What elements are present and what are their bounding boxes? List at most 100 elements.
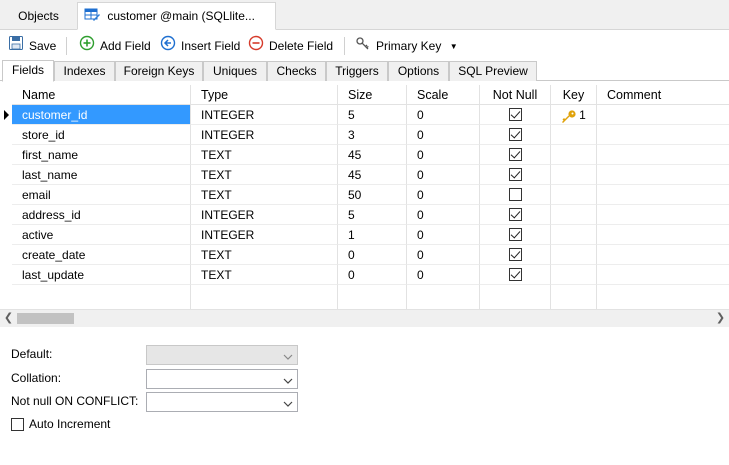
- not-null-cell[interactable]: [480, 265, 551, 285]
- column-header-name[interactable]: Name: [12, 85, 191, 105]
- field-comment-cell[interactable]: [597, 105, 729, 125]
- column-header-comment[interactable]: Comment: [597, 85, 729, 105]
- not-null-cell[interactable]: [480, 145, 551, 165]
- field-type-cell[interactable]: TEXT: [191, 245, 338, 265]
- field-scale-cell[interactable]: 0: [407, 125, 480, 145]
- key-cell[interactable]: [551, 265, 597, 285]
- field-size-cell[interactable]: 5: [338, 105, 407, 125]
- field-comment-cell[interactable]: [597, 265, 729, 285]
- field-name-cell[interactable]: email: [12, 185, 191, 205]
- field-scale-cell[interactable]: 0: [407, 165, 480, 185]
- table-row[interactable]: customer_id INTEGER 5 0 1: [0, 105, 729, 125]
- field-type-cell[interactable]: TEXT: [191, 165, 338, 185]
- field-scale-cell[interactable]: 0: [407, 205, 480, 225]
- column-header-key[interactable]: Key: [551, 85, 597, 105]
- current-row-arrow-icon[interactable]: [0, 105, 12, 125]
- save-button[interactable]: Save: [8, 35, 56, 57]
- not-null-cell[interactable]: [480, 105, 551, 125]
- field-type-cell[interactable]: INTEGER: [191, 125, 338, 145]
- table-row[interactable]: last_update TEXT 0 0: [0, 265, 729, 285]
- not-null-checkbox[interactable]: [508, 108, 522, 122]
- not-null-cell[interactable]: [480, 225, 551, 245]
- field-scale-cell[interactable]: 0: [407, 105, 480, 125]
- column-header-not-null[interactable]: Not Null: [480, 85, 551, 105]
- not-null-cell[interactable]: [480, 165, 551, 185]
- table-row[interactable]: first_name TEXT 45 0: [0, 145, 729, 165]
- row-indicator[interactable]: [0, 205, 12, 225]
- field-name-cell[interactable]: first_name: [12, 145, 191, 165]
- field-type-cell[interactable]: TEXT: [191, 265, 338, 285]
- field-type-cell[interactable]: TEXT: [191, 185, 338, 205]
- field-scale-cell[interactable]: 0: [407, 185, 480, 205]
- tab-checks[interactable]: Checks: [267, 61, 326, 81]
- row-indicator[interactable]: [0, 185, 12, 205]
- row-indicator[interactable]: [0, 225, 12, 245]
- field-comment-cell[interactable]: [597, 185, 729, 205]
- not-null-cell[interactable]: [480, 125, 551, 145]
- field-comment-cell[interactable]: [597, 245, 729, 265]
- tab-sql-preview[interactable]: SQL Preview: [449, 61, 537, 81]
- primary-key-button[interactable]: Primary Key ▼: [355, 35, 458, 57]
- tab-uniques[interactable]: Uniques: [203, 61, 267, 81]
- field-comment-cell[interactable]: [597, 205, 729, 225]
- field-scale-cell[interactable]: 0: [407, 225, 480, 245]
- field-comment-cell[interactable]: [597, 125, 729, 145]
- not-null-checkbox[interactable]: [508, 248, 522, 262]
- scroll-thumb[interactable]: [17, 313, 74, 324]
- field-name-cell[interactable]: create_date: [12, 245, 191, 265]
- auto-increment-box[interactable]: [11, 417, 24, 431]
- table-row[interactable]: address_id INTEGER 5 0: [0, 205, 729, 225]
- row-indicator[interactable]: [0, 165, 12, 185]
- field-name-cell[interactable]: last_name: [12, 165, 191, 185]
- scroll-right-icon[interactable]: ❯: [712, 310, 729, 327]
- field-size-cell[interactable]: 0: [338, 245, 407, 265]
- field-name-cell[interactable]: last_update: [12, 265, 191, 285]
- field-size-cell[interactable]: 50: [338, 185, 407, 205]
- key-cell[interactable]: [551, 165, 597, 185]
- field-comment-cell[interactable]: [597, 165, 729, 185]
- field-name-cell[interactable]: address_id: [12, 205, 191, 225]
- key-cell[interactable]: [551, 125, 597, 145]
- insert-field-button[interactable]: Insert Field: [160, 35, 240, 57]
- field-size-cell[interactable]: 3: [338, 125, 407, 145]
- not-null-cell[interactable]: [480, 185, 551, 205]
- not-null-checkbox[interactable]: [508, 228, 522, 242]
- row-indicator[interactable]: [0, 265, 12, 285]
- field-comment-cell[interactable]: [597, 225, 729, 245]
- field-name-cell[interactable]: customer_id: [12, 105, 191, 125]
- not-null-conflict-combobox[interactable]: [146, 392, 298, 412]
- table-row[interactable]: active INTEGER 1 0: [0, 225, 729, 245]
- not-null-checkbox[interactable]: [508, 268, 522, 282]
- field-type-cell[interactable]: INTEGER: [191, 105, 338, 125]
- key-cell[interactable]: 1: [551, 105, 597, 125]
- column-header-type[interactable]: Type: [191, 85, 338, 105]
- tab-indexes[interactable]: Indexes: [54, 61, 115, 81]
- table-row[interactable]: email TEXT 50 0: [0, 185, 729, 205]
- key-cell[interactable]: [551, 245, 597, 265]
- row-indicator[interactable]: [0, 145, 12, 165]
- tab-triggers[interactable]: Triggers: [326, 61, 388, 81]
- tab-options[interactable]: Options: [388, 61, 449, 81]
- field-name-cell[interactable]: store_id: [12, 125, 191, 145]
- column-header-scale[interactable]: Scale: [407, 85, 480, 105]
- not-null-checkbox[interactable]: [508, 128, 522, 142]
- field-size-cell[interactable]: 1: [338, 225, 407, 245]
- table-row[interactable]: last_name TEXT 45 0: [0, 165, 729, 185]
- tab-objects[interactable]: Objects: [2, 2, 75, 30]
- field-size-cell[interactable]: 5: [338, 205, 407, 225]
- field-size-cell[interactable]: 45: [338, 165, 407, 185]
- not-null-cell[interactable]: [480, 245, 551, 265]
- not-null-checkbox[interactable]: [508, 168, 522, 182]
- field-type-cell[interactable]: INTEGER: [191, 205, 338, 225]
- field-scale-cell[interactable]: 0: [407, 145, 480, 165]
- key-cell[interactable]: [551, 225, 597, 245]
- row-indicator[interactable]: [0, 245, 12, 265]
- field-scale-cell[interactable]: 0: [407, 245, 480, 265]
- table-row[interactable]: store_id INTEGER 3 0: [0, 125, 729, 145]
- not-null-checkbox[interactable]: [508, 148, 522, 162]
- column-header-size[interactable]: Size: [338, 85, 407, 105]
- not-null-checkbox[interactable]: [508, 208, 522, 222]
- field-size-cell[interactable]: 45: [338, 145, 407, 165]
- add-field-button[interactable]: Add Field: [79, 35, 151, 57]
- tab-fields[interactable]: Fields: [2, 60, 54, 82]
